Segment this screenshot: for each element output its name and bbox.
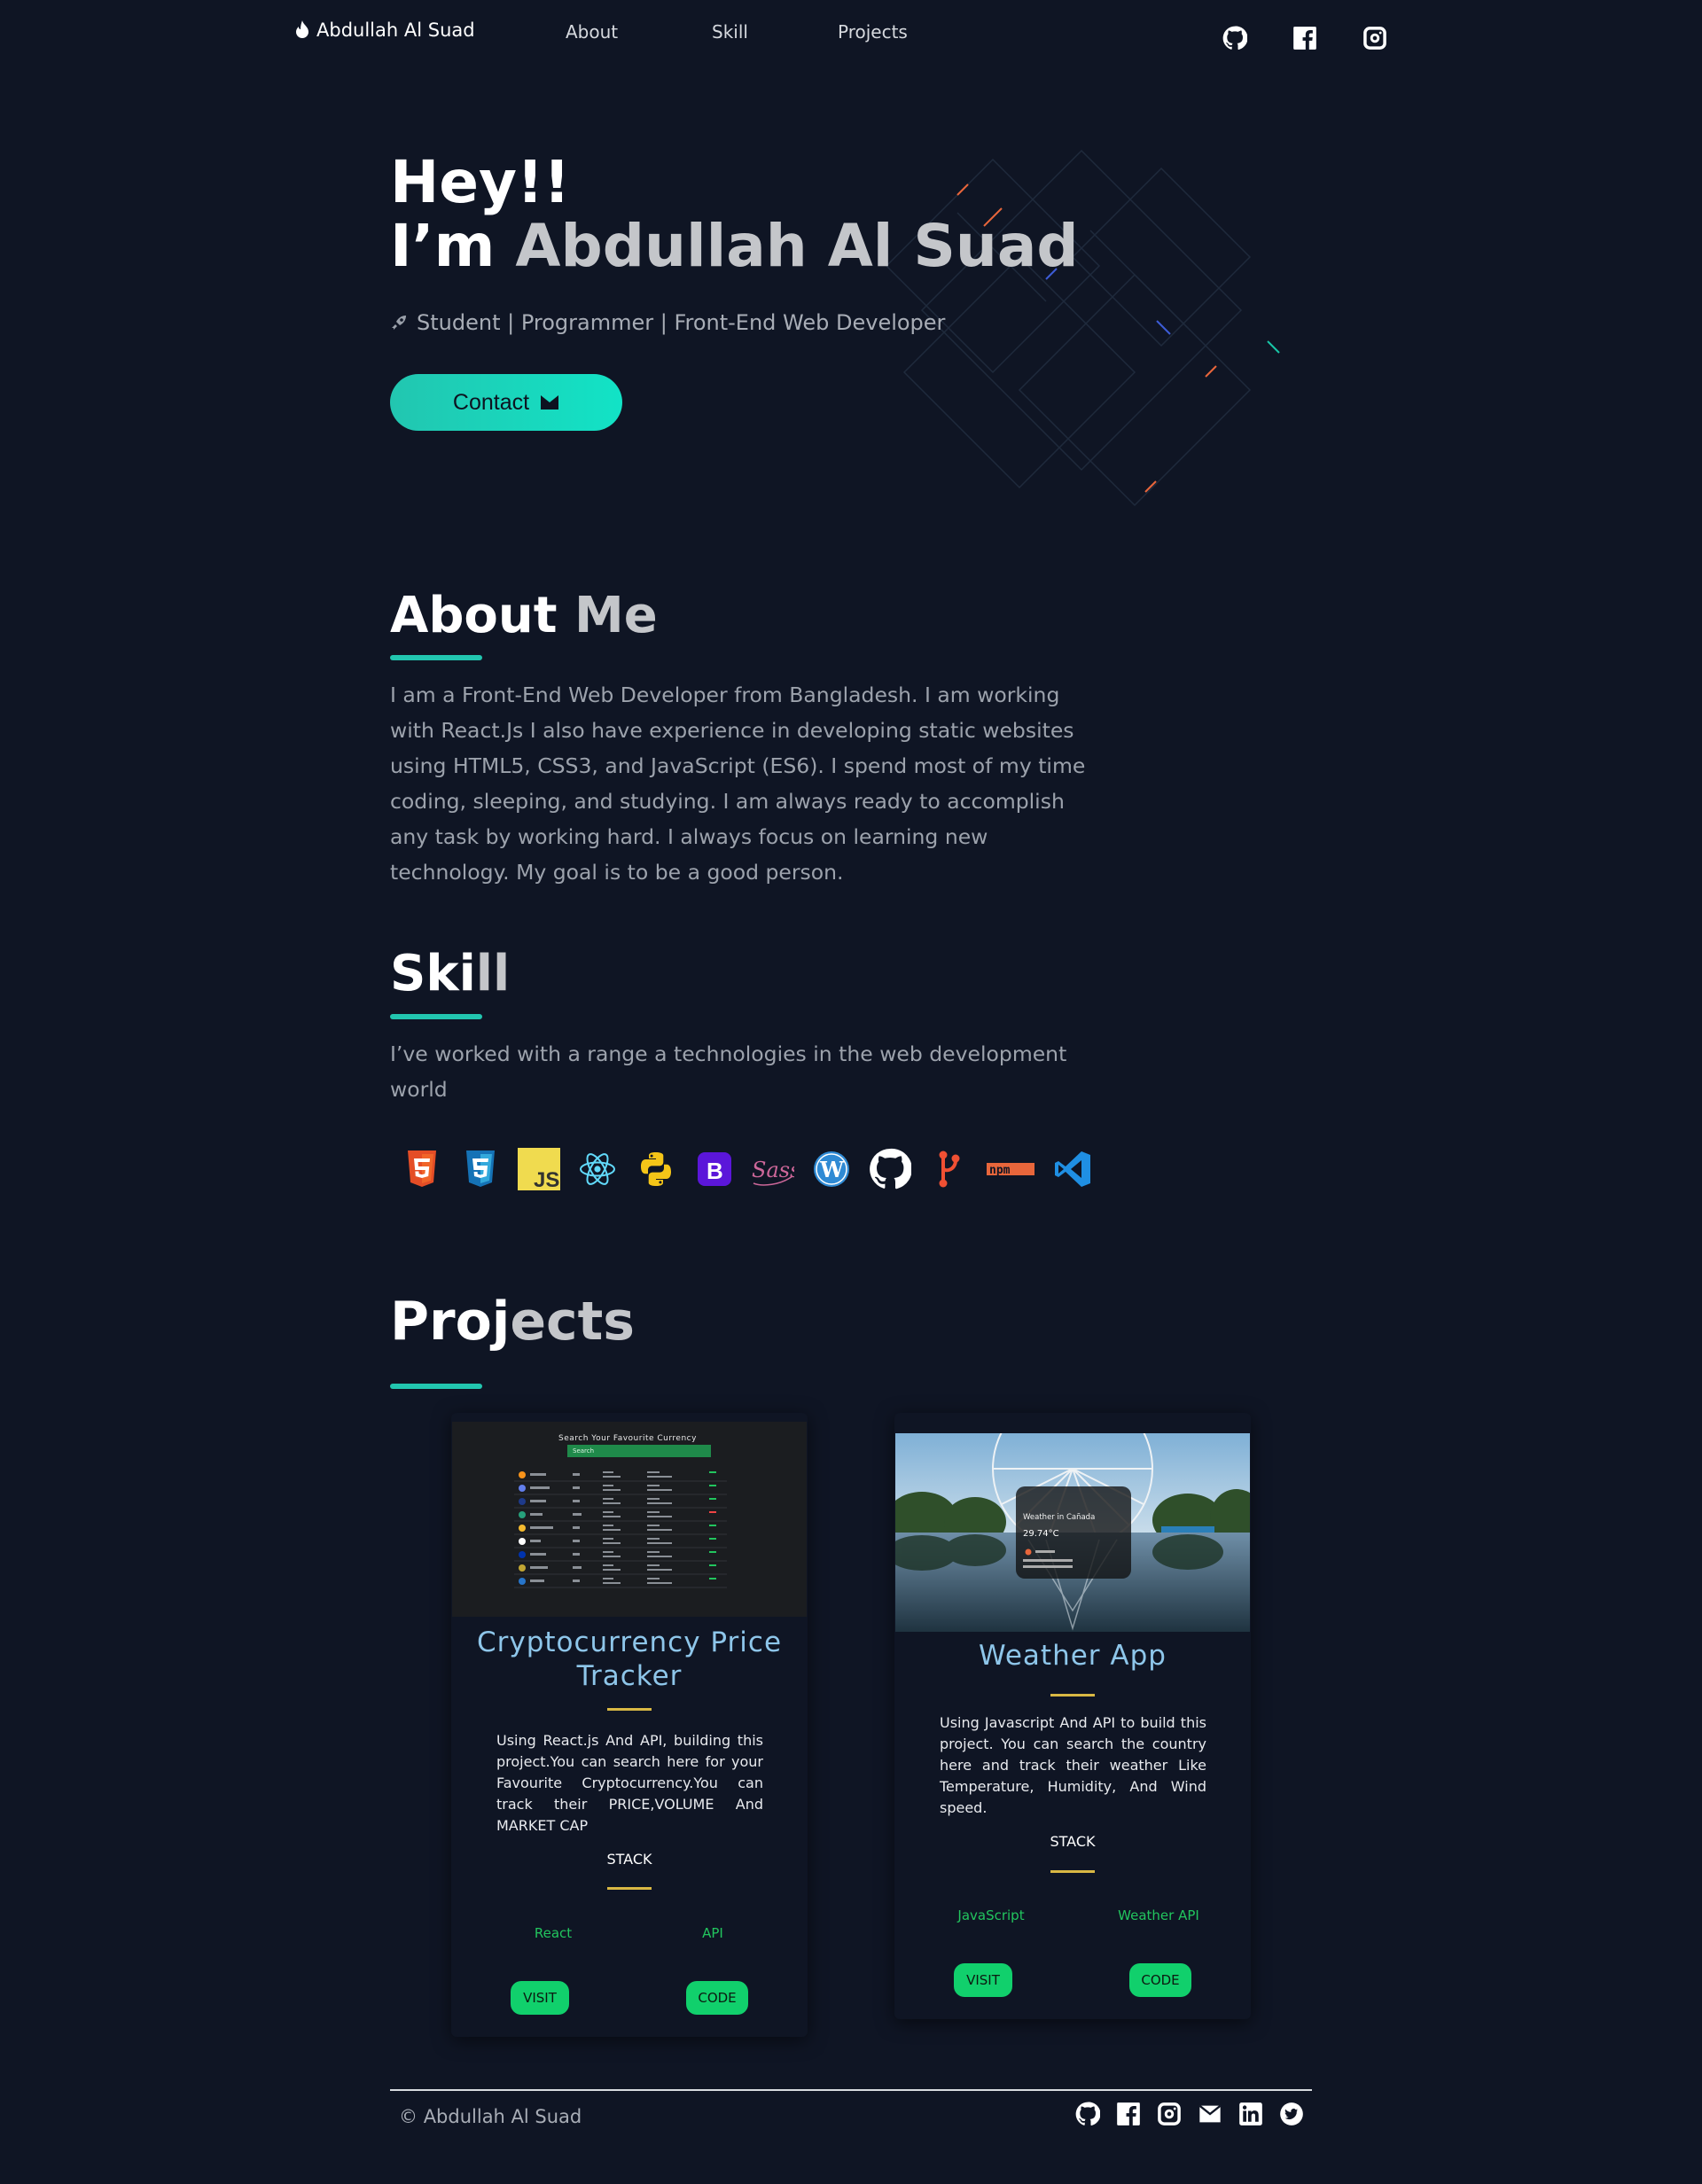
git-icon — [927, 1147, 970, 1191]
skill-text: I’ve worked with a range a technologies … — [390, 1041, 1067, 1102]
project-description-weather: Using Javascript And API to build this p… — [940, 1714, 1206, 1816]
about-underline — [390, 655, 482, 660]
nav-github-icon[interactable] — [1222, 25, 1248, 51]
nav-link-projects[interactable]: Projects — [838, 21, 908, 43]
footer-instagram-icon[interactable] — [1156, 2101, 1183, 2127]
card-divider — [1050, 1694, 1095, 1696]
hero-heading: I’m Abdullah Al Suad — [390, 213, 1079, 280]
vscode-icon — [1051, 1147, 1094, 1191]
about-title-b: Me — [557, 587, 658, 644]
project-description-crypto: Using React.js And API, building this pr… — [496, 1732, 763, 1834]
projects-title-b: ects — [510, 1291, 636, 1353]
projects-title-a: Proj — [390, 1291, 511, 1353]
rocket-icon — [392, 316, 406, 330]
nav-instagram-icon[interactable] — [1362, 25, 1388, 51]
svg-text:npm: npm — [989, 1164, 1011, 1177]
project-title-weather: Weather App — [979, 1640, 1167, 1672]
svg-text:B: B — [707, 1158, 723, 1184]
thumb-heading: Search Your Favourite Currency — [558, 1434, 697, 1443]
stack-label: STACK — [1050, 1833, 1096, 1850]
thumb-city: Weather in Cañada — [1023, 1513, 1096, 1522]
svg-text:W: W — [819, 1157, 845, 1182]
tech-api: API — [702, 1925, 723, 1941]
tech-react: React — [534, 1925, 573, 1941]
visit-button[interactable]: VISIT — [511, 1981, 569, 2015]
brand-logo[interactable]: Abdullah Al Suad — [293, 20, 475, 41]
flame-icon — [296, 20, 308, 38]
footer-twitter-icon[interactable] — [1278, 2101, 1305, 2127]
footer-github-icon[interactable] — [1074, 2101, 1101, 2127]
svg-text:JS: JS — [534, 1168, 559, 1190]
nav-link-about[interactable]: About — [566, 21, 618, 43]
footer-facebook-icon[interactable] — [1115, 2101, 1142, 2127]
project-card-crypto: Search Your Favourite Currency Search Cr… — [451, 1413, 808, 2037]
thumb-temp: 29.74°C — [1023, 1529, 1059, 1539]
footer-name: Abdullah Al Suad — [423, 2106, 582, 2127]
weather-thumbnail[interactable]: Weather in Cañada 29.74°C — [895, 1433, 1250, 1632]
stack-label: STACK — [606, 1851, 652, 1868]
mail-icon — [541, 395, 559, 410]
stack-divider — [1050, 1870, 1095, 1873]
hero-intro-prefix: I’m — [390, 212, 516, 280]
nav-link-skill[interactable]: Skill — [712, 21, 748, 43]
copyright: © Abdullah Al Suad — [399, 2106, 582, 2127]
project-title-crypto: Cryptocurrency Price Tracker — [476, 1626, 783, 1692]
contact-button[interactable]: Contact — [390, 374, 622, 431]
footer-social-links — [1074, 2101, 1305, 2127]
crypto-thumbnail[interactable]: Search Your Favourite Currency Search — [452, 1422, 807, 1617]
about-text: I am a Front-End Web Developer from Bang… — [390, 682, 1086, 885]
hero-greeting: Hey!! — [390, 148, 571, 216]
about-title: About Me — [390, 587, 658, 644]
nav-facebook-icon[interactable] — [1292, 25, 1318, 51]
footer-divider — [390, 2089, 1312, 2091]
visit-button[interactable]: VISIT — [954, 1963, 1012, 1997]
skill-title-a: Ski — [390, 945, 476, 1002]
footer-mail-icon[interactable] — [1197, 2101, 1223, 2127]
skill-title: Skill — [390, 945, 510, 1002]
css3-icon — [459, 1147, 502, 1191]
npm-icon: npm — [986, 1147, 1035, 1191]
wordpress-icon: W — [810, 1147, 853, 1191]
code-button[interactable]: CODE — [686, 1981, 748, 2015]
brand-name: Abdullah Al Suad — [316, 20, 475, 41]
sass-icon: Sass — [752, 1147, 794, 1191]
hero-tagline: Student | Programmer | Front-End Web Dev… — [390, 310, 945, 335]
skill-title-b: ll — [475, 945, 511, 1002]
project-card-weather: Weather in Cañada 29.74°C Weather App Us… — [894, 1413, 1251, 2019]
react-icon — [576, 1147, 619, 1191]
stack-divider — [607, 1887, 652, 1890]
card-divider — [607, 1708, 652, 1711]
copyright-symbol: © — [399, 2106, 418, 2127]
bootstrap-icon: B — [693, 1147, 736, 1191]
code-button[interactable]: CODE — [1129, 1963, 1191, 1997]
hero-tagline-text: Student | Programmer | Front-End Web Dev… — [417, 310, 946, 335]
thumb-table — [514, 1471, 727, 1588]
skill-underline — [390, 1014, 482, 1019]
thumb-search-bar: Search — [567, 1445, 711, 1457]
github-icon — [869, 1147, 911, 1191]
footer-linkedin-icon[interactable] — [1237, 2101, 1264, 2127]
python-icon — [635, 1147, 677, 1191]
projects-underline — [390, 1384, 482, 1389]
about-title-a: About — [390, 587, 558, 644]
skill-icons: JS B Sass W npm — [401, 1147, 1094, 1191]
tech-weather-api: Weather API — [1118, 1907, 1199, 1923]
thumb-photo — [895, 1433, 1250, 1632]
contact-label: Contact — [452, 389, 530, 415]
tech-javascript: JavaScript — [957, 1907, 1025, 1923]
hero-name: Abdullah Al Suad — [515, 212, 1079, 280]
javascript-icon: JS — [518, 1147, 560, 1191]
projects-title: Projects — [390, 1291, 635, 1353]
html5-icon — [401, 1147, 443, 1191]
